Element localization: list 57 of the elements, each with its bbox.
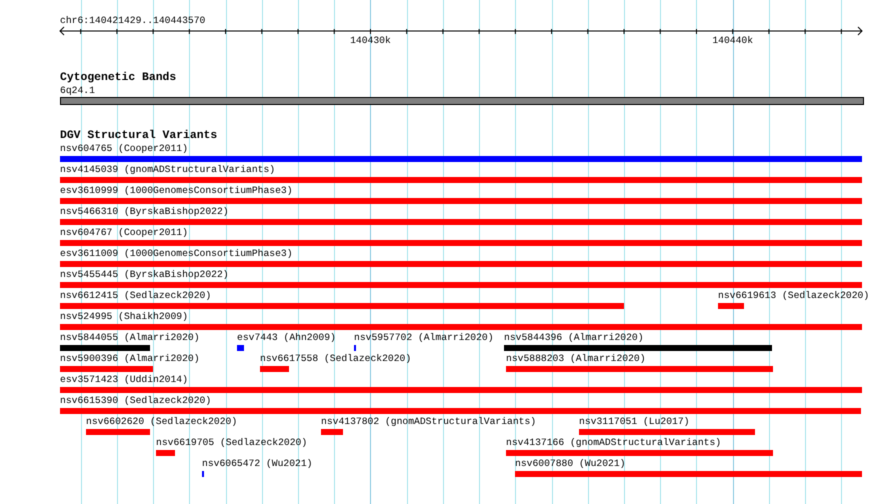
variant-bar[interactable]	[60, 387, 862, 393]
variant-bar[interactable]	[60, 261, 862, 267]
feature-label[interactable]: nsv5900396 (Almarri2020)	[60, 353, 200, 365]
variant-bar[interactable]	[60, 366, 153, 372]
position-label: chr6:140421429..140443570	[60, 15, 206, 27]
feature-label[interactable]: nsv5844055 (Almarri2020)	[60, 332, 200, 344]
feature-label[interactable]: nsv524995 (Shaikh2009)	[60, 311, 188, 323]
band-bar[interactable]	[60, 97, 864, 105]
track-title: Cytogenetic Bands	[60, 72, 176, 85]
feature-label[interactable]: nsv6007880 (Wu2021)	[515, 458, 626, 470]
track-title: DGV Structural Variants	[60, 130, 218, 143]
feature-label[interactable]: nsv604767 (Cooper2011)	[60, 227, 188, 239]
feature-label[interactable]: nsv5466310 (ByrskaBishop2022)	[60, 206, 229, 218]
feature-label[interactable]: esv3610999 (1000GenomesConsortiumPhase3)	[60, 185, 293, 197]
feature-label[interactable]: esv7443 (Ahn2009)	[237, 332, 336, 344]
feature-label[interactable]: nsv5455445 (ByrskaBishop2022)	[60, 269, 229, 281]
feature-label[interactable]: nsv6615390 (Sedlazeck2020)	[60, 395, 212, 407]
variant-bar[interactable]	[237, 345, 244, 351]
feature-label[interactable]: nsv4137166 (gnomADStructuralVariants)	[506, 437, 722, 449]
variant-bar[interactable]	[515, 471, 862, 477]
variant-bar[interactable]	[718, 303, 744, 309]
variant-bar[interactable]	[504, 345, 772, 351]
variant-bar[interactable]	[60, 198, 862, 204]
variant-bar[interactable]	[60, 408, 861, 414]
feature-label[interactable]: nsv4137802 (gnomADStructuralVariants)	[321, 416, 536, 428]
feature-label[interactable]: nsv4145039 (gnomADStructuralVariants)	[60, 164, 276, 176]
variant-bar[interactable]	[60, 219, 862, 225]
feature-label[interactable]: nsv604765 (Cooper2011)	[60, 143, 188, 155]
variant-bar[interactable]	[321, 429, 343, 435]
variant-bar[interactable]	[60, 240, 862, 246]
variant-bar[interactable]	[60, 303, 624, 309]
variant-bar[interactable]	[506, 366, 773, 372]
variant-bar[interactable]	[86, 429, 150, 435]
feature-label[interactable]: nsv6602620 (Sedlazeck2020)	[86, 416, 238, 428]
feature-label[interactable]: 6q24.1	[60, 85, 95, 97]
feature-label[interactable]: nsv6612415 (Sedlazeck2020)	[60, 290, 212, 302]
feature-label[interactable]: nsv6619705 (Sedlazeck2020)	[156, 437, 308, 449]
feature-label[interactable]: esv3571423 (Uddin2014)	[60, 374, 188, 386]
variant-bar[interactable]	[60, 177, 862, 183]
feature-label[interactable]: esv3611009 (1000GenomesConsortiumPhase3)	[60, 248, 293, 260]
feature-label[interactable]: nsv5888203 (Almarri2020)	[506, 353, 646, 365]
variant-bar[interactable]	[60, 324, 862, 330]
feature-label[interactable]: nsv5957702 (Almarri2020)	[354, 332, 494, 344]
feature-label[interactable]: nsv5844396 (Almarri2020)	[504, 332, 644, 344]
variant-bar[interactable]	[60, 156, 862, 162]
variant-bar[interactable]	[156, 450, 175, 456]
tick-label: 140430k	[350, 35, 391, 47]
feature-label[interactable]: nsv6619613 (Sedlazeck2020)	[718, 290, 870, 302]
tick-label: 140440k	[712, 35, 754, 47]
feature-label[interactable]: nsv3117051 (Lu2017)	[579, 416, 690, 428]
feature-label[interactable]: nsv6065472 (Wu2021)	[202, 458, 312, 470]
feature-label[interactable]: nsv6617558 (Sedlazeck2020)	[260, 353, 412, 365]
variant-bar[interactable]	[506, 450, 773, 456]
variant-bar[interactable]	[60, 282, 862, 288]
variant-bar[interactable]	[260, 366, 289, 372]
variant-bar[interactable]	[579, 429, 755, 435]
variant-bar[interactable]	[60, 345, 150, 351]
